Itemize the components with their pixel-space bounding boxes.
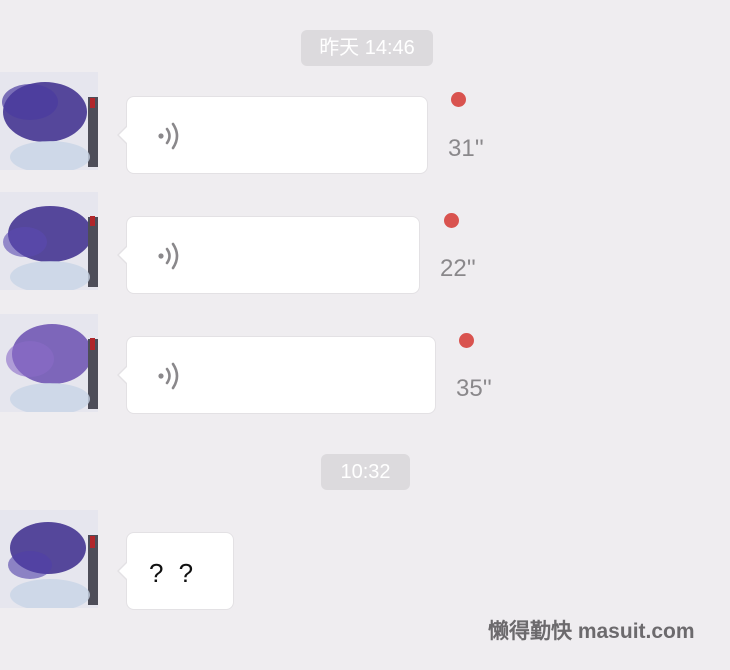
- timestamp-divider: 昨天 14:46: [301, 30, 433, 66]
- voice-wave-icon: [158, 362, 179, 390]
- text-message-bubble[interactable]: ? ?: [117, 532, 234, 610]
- timestamp-divider: 10:32: [321, 454, 410, 490]
- message-text: ? ?: [149, 558, 198, 588]
- avatar[interactable]: [0, 72, 98, 170]
- voice-duration: 31'': [448, 135, 484, 162]
- voice-message-bubble[interactable]: [117, 336, 436, 414]
- voice-wave-icon: [158, 122, 179, 150]
- unread-dot: [451, 92, 466, 107]
- unread-dot: [444, 213, 459, 228]
- avatar[interactable]: [0, 192, 98, 290]
- voice-message-bubble[interactable]: [117, 96, 428, 174]
- voice-duration: 22'': [440, 255, 476, 282]
- avatar[interactable]: [0, 314, 98, 412]
- voice-wave-icon: [158, 242, 179, 270]
- unread-dot: [459, 333, 474, 348]
- watermark: 懒得勤快 masuit.com: [488, 620, 695, 643]
- avatar[interactable]: [0, 510, 98, 608]
- voice-message-bubble[interactable]: [117, 216, 420, 294]
- voice-duration: 35'': [456, 375, 492, 402]
